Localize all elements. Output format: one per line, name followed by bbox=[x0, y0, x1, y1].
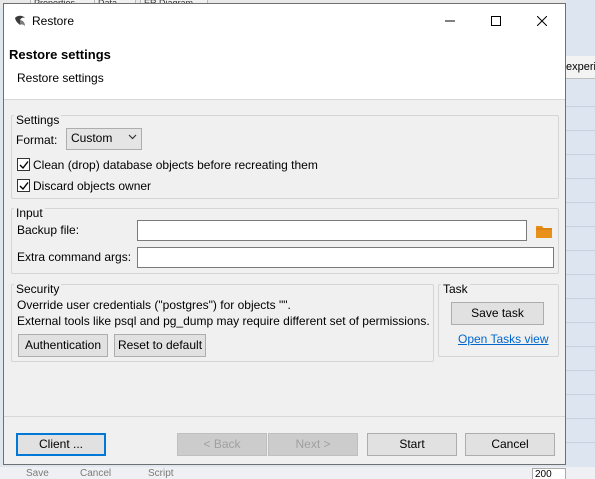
open-tasks-view-link[interactable]: Open Tasks view bbox=[458, 332, 549, 346]
backup-file-label: Backup file: bbox=[17, 223, 80, 237]
maximize-button[interactable] bbox=[473, 4, 519, 37]
background-save-button[interactable]: Save bbox=[26, 468, 49, 479]
page-description: Restore settings bbox=[17, 71, 104, 85]
minimize-button[interactable] bbox=[427, 4, 473, 37]
close-icon bbox=[537, 15, 547, 26]
next-button[interactable]: Next > bbox=[268, 433, 358, 456]
window-title: Restore bbox=[32, 14, 75, 28]
background-grid-row bbox=[566, 212, 595, 227]
security-group: Security Override user credentials ("pos… bbox=[11, 282, 434, 362]
background-grid-row bbox=[566, 116, 595, 131]
extra-args-input[interactable] bbox=[137, 247, 554, 268]
format-label: Format: bbox=[16, 133, 58, 147]
maximize-icon bbox=[491, 15, 501, 26]
clean-checkbox[interactable] bbox=[17, 158, 30, 171]
format-select[interactable]: Custom bbox=[66, 128, 142, 150]
backup-file-input[interactable] bbox=[137, 220, 527, 241]
authentication-button[interactable]: Authentication bbox=[18, 334, 108, 357]
checkmark-icon bbox=[19, 182, 29, 191]
restore-dialog: Restore Restore settings Restore setting… bbox=[3, 3, 566, 465]
clean-checkbox-label[interactable]: Clean (drop) database objects before rec… bbox=[33, 158, 318, 172]
reset-to-default-button[interactable]: Reset to default bbox=[114, 334, 206, 357]
background-grid-row bbox=[566, 236, 595, 251]
close-button[interactable] bbox=[519, 4, 565, 37]
task-group-title: Task bbox=[441, 282, 470, 296]
background-grid-row bbox=[566, 260, 595, 275]
background-grid-panel: experi bbox=[566, 0, 595, 479]
background-grid-row bbox=[566, 284, 595, 299]
background-grid-row bbox=[566, 428, 595, 443]
background-grid-row bbox=[566, 140, 595, 155]
task-group: Task Save task Open Tasks view bbox=[438, 282, 559, 357]
app-icon bbox=[15, 15, 25, 26]
security-permissions-text: External tools like psql and pg_dump may… bbox=[17, 314, 430, 328]
background-grid-row bbox=[566, 380, 595, 395]
background-grid-row bbox=[566, 332, 595, 347]
extra-args-label: Extra command args: bbox=[17, 250, 132, 264]
settings-group-title: Settings bbox=[14, 113, 62, 127]
cancel-button[interactable]: Cancel bbox=[465, 433, 555, 456]
background-grid-row bbox=[566, 164, 595, 179]
folder-icon[interactable] bbox=[536, 224, 552, 238]
page-header: Restore settings Restore settings bbox=[4, 37, 565, 100]
back-button[interactable]: < Back bbox=[177, 433, 267, 456]
background-script-button[interactable]: Script bbox=[148, 468, 174, 479]
security-credentials-text: Override user credentials ("postgres") f… bbox=[17, 298, 291, 312]
background-grid-row bbox=[566, 356, 595, 371]
background-row-count-input[interactable]: 200 bbox=[532, 468, 566, 479]
background-column-header: experi bbox=[566, 56, 595, 79]
client-button[interactable]: Client ... bbox=[16, 433, 106, 456]
footer-separator bbox=[4, 416, 565, 417]
discard-owner-checkbox[interactable] bbox=[17, 179, 30, 192]
start-button[interactable]: Start bbox=[367, 433, 457, 456]
format-select-value: Custom bbox=[71, 131, 113, 145]
input-group-title: Input bbox=[14, 206, 45, 220]
title-bar: Restore bbox=[4, 4, 565, 37]
minimize-icon bbox=[445, 20, 455, 21]
security-group-title: Security bbox=[14, 282, 62, 296]
settings-group: Settings Format: Custom Clean (drop) dat… bbox=[11, 113, 559, 199]
checkmark-icon bbox=[19, 161, 29, 170]
background-bottom-toolbar: Save Cancel Script 200 bbox=[0, 467, 595, 479]
background-grid-row bbox=[566, 92, 595, 107]
page-title: Restore settings bbox=[9, 47, 111, 62]
background-grid-row bbox=[566, 188, 595, 203]
background-cancel-button[interactable]: Cancel bbox=[80, 468, 111, 479]
discard-owner-checkbox-label[interactable]: Discard objects owner bbox=[33, 179, 151, 193]
background-grid-row bbox=[566, 308, 595, 323]
background-grid-row bbox=[566, 404, 595, 419]
save-task-button[interactable]: Save task bbox=[451, 302, 544, 325]
chevron-down-icon bbox=[128, 134, 137, 140]
input-group: Input Backup file: Extra command args: bbox=[11, 206, 559, 274]
